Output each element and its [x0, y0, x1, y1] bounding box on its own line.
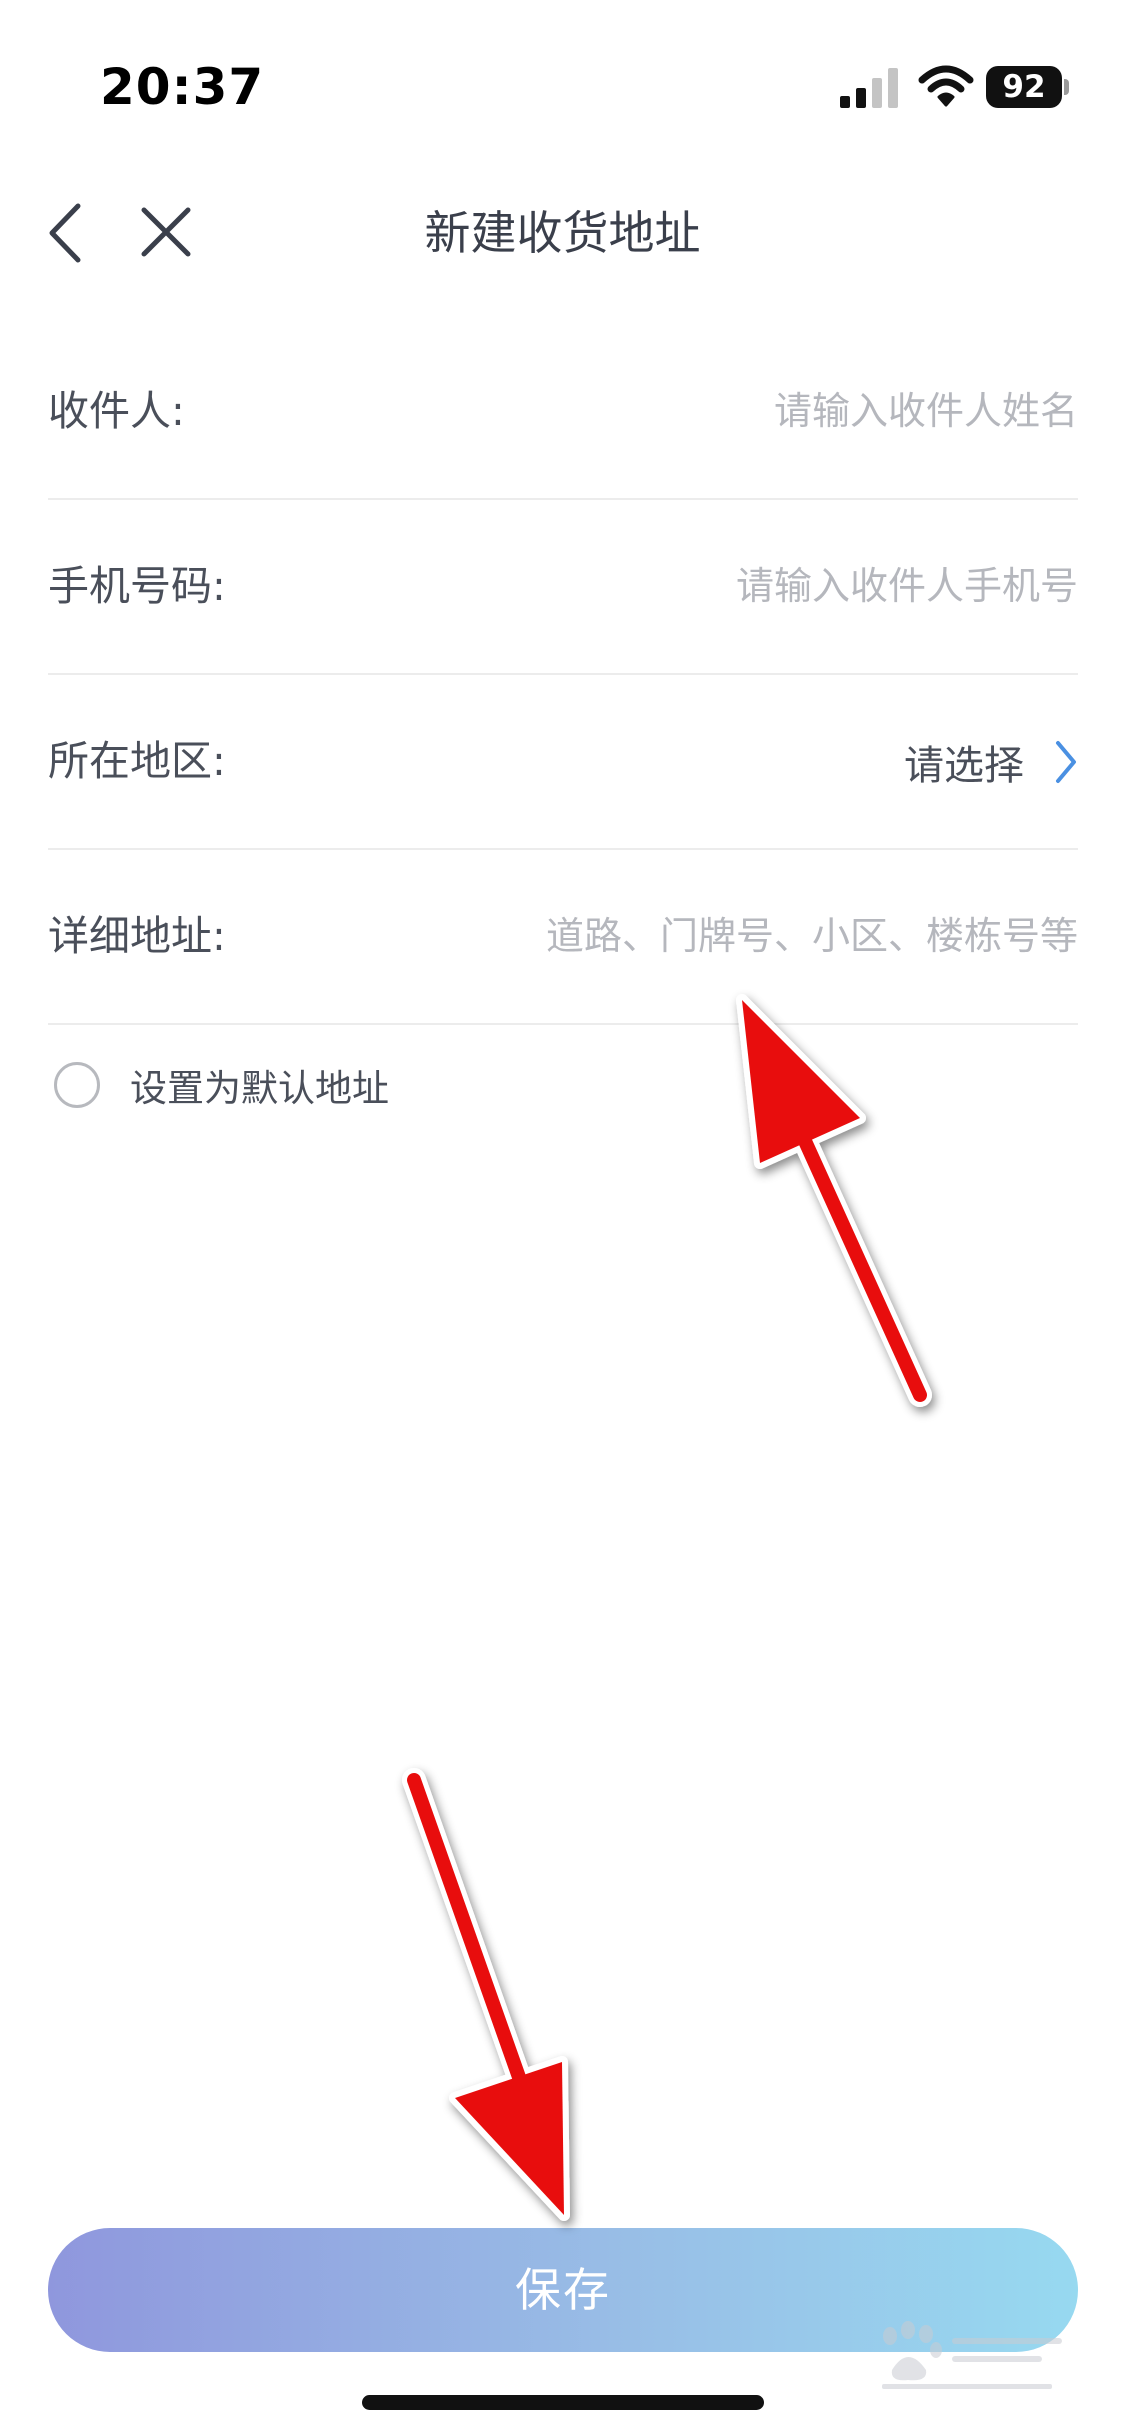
- status-time: 20:37: [100, 58, 265, 116]
- battery-level: 92: [986, 66, 1062, 108]
- signal-icon: [840, 68, 898, 108]
- default-address-row[interactable]: 设置为默认地址: [48, 1025, 1078, 1145]
- region-value: 请选择: [904, 742, 1024, 789]
- status-bar: 20:37 92: [0, 0, 1125, 150]
- arrow-down-icon: [402, 1768, 570, 2221]
- default-address-label: 设置为默认地址: [130, 1067, 389, 1110]
- address-form: 收件人: 手机号码: 所在地区: 请选择 详细地址: 设置为默认地址: [48, 325, 1078, 1145]
- recipient-input[interactable]: [318, 371, 1078, 451]
- battery-icon: 92: [986, 66, 1070, 108]
- phone-input[interactable]: [318, 546, 1078, 626]
- page-title: 新建收货地址: [424, 206, 701, 260]
- detail-row: 详细地址:: [48, 850, 1078, 1025]
- recipient-row: 收件人:: [48, 325, 1078, 500]
- phone-row: 手机号码:: [48, 500, 1078, 675]
- region-label: 所在地区:: [48, 737, 226, 785]
- chevron-right-icon: [1056, 740, 1076, 783]
- phone-label: 手机号码:: [48, 562, 226, 610]
- nav-bar: 新建收货地址: [0, 170, 1125, 300]
- recipient-label: 收件人:: [48, 387, 185, 435]
- region-row: 所在地区: 请选择: [48, 675, 1078, 850]
- region-select[interactable]: 请选择: [904, 675, 1078, 848]
- home-indicator: [362, 2395, 764, 2410]
- default-address-radio[interactable]: [54, 1062, 100, 1108]
- wifi-icon: [918, 65, 974, 107]
- detail-address-input[interactable]: [318, 896, 1078, 976]
- detail-label: 详细地址:: [48, 912, 226, 960]
- battery-tip: [1064, 79, 1069, 95]
- baidu-jingyan-watermark-logo: [882, 2321, 1062, 2389]
